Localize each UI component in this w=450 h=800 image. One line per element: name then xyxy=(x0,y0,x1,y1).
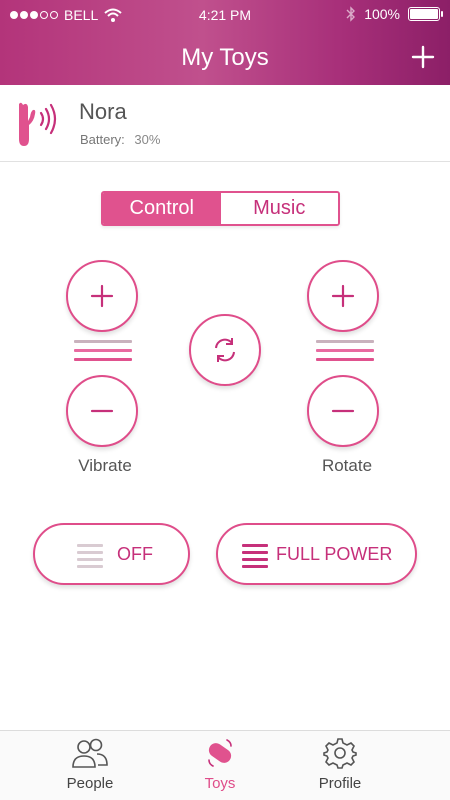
vibrate-label: Vibrate xyxy=(78,456,132,475)
tab-people-label: People xyxy=(66,775,114,792)
rotate-label: Rotate xyxy=(321,456,373,475)
tab-toys-label: Toys xyxy=(204,775,236,792)
vibrate-level-indicator xyxy=(74,340,132,370)
rotate-level-indicator xyxy=(316,340,374,370)
plus-icon[interactable] xyxy=(410,44,436,70)
full-power-button[interactable]: FULL POWER xyxy=(216,523,417,585)
plus-icon xyxy=(331,284,355,308)
vibrate-increase-button[interactable] xyxy=(66,260,138,332)
toy-icon xyxy=(208,739,232,767)
toy-device-icon xyxy=(19,102,57,146)
status-right: 100% xyxy=(346,6,443,22)
refresh-icon xyxy=(215,338,235,362)
tab-profile[interactable]: Profile xyxy=(285,737,395,792)
tab-people[interactable]: People xyxy=(35,737,145,792)
battery-value: 30% xyxy=(134,132,161,147)
minus-icon xyxy=(331,409,355,413)
full-power-level-icon xyxy=(242,544,268,568)
plus-icon xyxy=(90,284,114,308)
device-battery: Battery: 30% xyxy=(80,132,160,147)
app-header: BELL 4:21 PM 100% My Toys xyxy=(0,0,450,85)
battery-label: Battery: xyxy=(80,132,125,147)
tab-control[interactable]: Control xyxy=(103,193,221,224)
minus-icon xyxy=(90,409,114,413)
bluetooth-icon xyxy=(346,6,356,22)
off-label: OFF xyxy=(117,544,153,564)
device-row[interactable]: Nora Battery: 30% xyxy=(0,85,450,162)
gear-icon xyxy=(323,738,357,769)
battery-fill xyxy=(410,9,438,19)
rotate-increase-button[interactable] xyxy=(307,260,379,332)
tab-music[interactable]: Music xyxy=(220,193,338,224)
battery-icon xyxy=(408,7,443,21)
tab-toys[interactable]: Toys xyxy=(165,737,275,792)
bottom-tab-bar: People Toys Profile xyxy=(0,730,450,800)
rotate-decrease-button[interactable] xyxy=(307,375,379,447)
off-level-icon xyxy=(77,544,103,568)
status-bar: BELL 4:21 PM 100% xyxy=(0,0,450,30)
rotate-direction-button[interactable] xyxy=(189,314,261,386)
off-button[interactable]: OFF xyxy=(33,523,190,585)
mode-segmented-control: Control Music xyxy=(101,191,340,226)
page-title: My Toys xyxy=(181,44,269,71)
vibrate-decrease-button[interactable] xyxy=(66,375,138,447)
battery-percent: 100% xyxy=(364,6,400,22)
tab-profile-label: Profile xyxy=(318,775,362,792)
device-name: Nora xyxy=(79,99,127,124)
full-power-label: FULL POWER xyxy=(276,544,393,564)
people-icon xyxy=(72,738,108,768)
